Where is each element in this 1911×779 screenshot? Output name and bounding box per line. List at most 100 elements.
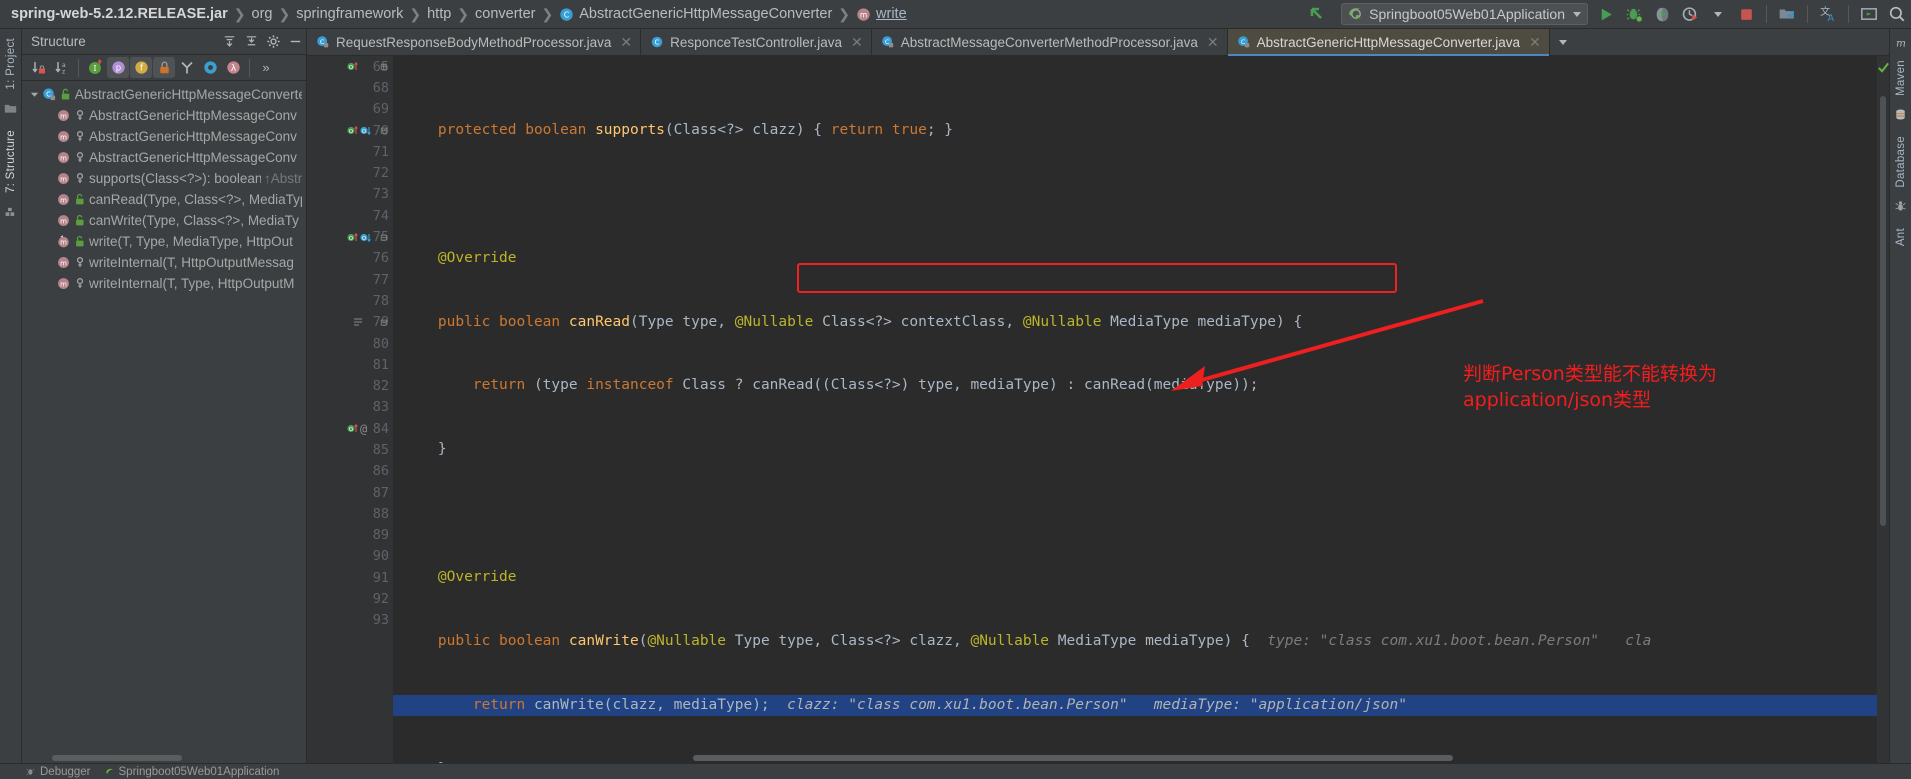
tree-node-constructor[interactable]: m AbstractGenericHttpMessageConv [22, 126, 306, 147]
gutter-markers[interactable]: O O [347, 231, 371, 244]
gutter-line[interactable]: 89 [307, 525, 393, 546]
code-line-74[interactable]: @Override [393, 567, 1877, 588]
scrollbar-thumb[interactable] [1880, 96, 1886, 526]
sort-visibility-icon[interactable] [28, 57, 50, 78]
sidebar-item-maven[interactable]: Maven [1893, 55, 1909, 101]
stop-button[interactable] [1733, 2, 1759, 26]
terminal-button[interactable] [1856, 2, 1882, 26]
fold-collapse-icon[interactable]: ⊟ [380, 316, 387, 329]
close-icon[interactable]: ✕ [1529, 35, 1541, 49]
gutter-markers[interactable]: O O [347, 124, 371, 137]
structure-horizontal-scrollbar[interactable] [22, 752, 306, 763]
anonymous-circle-icon[interactable] [199, 57, 221, 78]
tree-node-canread[interactable]: m canRead(Type, Class<?>, MediaTyp [22, 189, 306, 210]
tree-node-class[interactable]: C AbstractGenericHttpMessageConverte [22, 84, 306, 105]
code-line-72[interactable]: } [393, 439, 1877, 460]
gutter-line[interactable]: 68 [307, 77, 393, 98]
breadcrumb-item-method[interactable]: m write [851, 0, 912, 28]
fold-collapse-icon[interactable]: ⊟ [380, 124, 387, 137]
run-configuration-selector[interactable]: Springboot05Web01Application [1341, 3, 1588, 25]
properties-p-icon[interactable]: p [107, 57, 129, 78]
code-line-76[interactable]: return canWrite(clazz, mediaType); clazz… [393, 694, 1877, 717]
editor-tab-request-response-body[interactable]: C RequestResponseBodyMethodProcessor.jav… [307, 29, 642, 55]
code-line-73[interactable] [393, 503, 1877, 524]
fields-f-icon[interactable]: f [130, 57, 152, 78]
chevron-down-icon[interactable] [1573, 11, 1581, 17]
gutter-line[interactable]: 74 [307, 205, 393, 226]
gutter-line[interactable]: 93 [307, 610, 393, 631]
gutter-line[interactable]: 77 [307, 269, 393, 290]
inherited-icon[interactable]: I [84, 57, 106, 78]
lambda-icon[interactable]: λ [222, 57, 244, 78]
code-line-69[interactable]: @Override [393, 248, 1877, 269]
sidebar-item-project[interactable]: 1: Project [3, 33, 19, 95]
gutter-markers[interactable]: O [347, 60, 358, 73]
group-methods-icon[interactable] [176, 57, 198, 78]
sort-alpha-icon[interactable]: az [51, 57, 73, 78]
editor-tab-abstract-message-converter[interactable]: C AbstractMessageConverterMethodProcesso… [871, 29, 1228, 55]
gutter-line[interactable]: O O 70 ⊟ [307, 120, 393, 141]
gear-icon[interactable] [262, 31, 284, 53]
debug-button[interactable] [1621, 2, 1647, 26]
collapse-all-icon[interactable] [240, 31, 262, 53]
status-bar-run-config[interactable]: Springboot05Web01Application [105, 766, 279, 778]
editor-tabs-more-button[interactable] [1550, 29, 1576, 55]
gutter-line[interactable]: 78 [307, 290, 393, 311]
ant-icon[interactable] [1894, 200, 1907, 216]
editor-horizontal-scrollbar[interactable] [393, 753, 1877, 763]
gutter-markers[interactable]: O @ [347, 422, 367, 436]
gutter-line[interactable]: 73 [307, 184, 393, 205]
gutter-line[interactable]: 83 [307, 397, 393, 418]
code-editor[interactable]: protected boolean supports(Class<?> claz… [393, 56, 1877, 763]
breadcrumb-item-converter[interactable]: converter [470, 0, 540, 28]
tree-node-constructor[interactable]: m AbstractGenericHttpMessageConv [22, 105, 306, 126]
gutter-line[interactable]: 69 [307, 99, 393, 120]
gutter-line[interactable]: 86 [307, 461, 393, 482]
profiler-dropdown[interactable] [1705, 2, 1731, 26]
tree-node-canwrite[interactable]: m canWrite(Type, Class<?>, MediaTy [22, 210, 306, 231]
gutter-line[interactable]: 72 [307, 162, 393, 183]
breadcrumb-item-jar[interactable]: spring-web-5.2.12.RELEASE.jar [6, 0, 233, 28]
code-line-70[interactable]: public boolean canRead(Type type, @Nulla… [393, 312, 1877, 333]
gutter-line[interactable]: O @ 84 [307, 418, 393, 439]
sidebar-item-database[interactable]: Database [1893, 131, 1909, 193]
breadcrumb-item-springframework[interactable]: springframework [291, 0, 408, 28]
scrollbar-thumb[interactable] [52, 755, 182, 761]
gutter-line[interactable]: O O 75 ⊟ [307, 226, 393, 247]
gutter-line[interactable]: 88 [307, 503, 393, 524]
tree-node-supports[interactable]: m supports(Class<?>): boolean ↑Abstr [22, 168, 306, 189]
fold-collapse-icon[interactable]: ⊟ [380, 231, 387, 244]
breadcrumb-item-http[interactable]: http [422, 0, 456, 28]
run-button[interactable] [1593, 2, 1619, 26]
editor-marker-bar[interactable] [1877, 56, 1889, 763]
gutter-line[interactable]: 82 [307, 375, 393, 396]
tree-node-write[interactable]: m write(T, Type, MediaType, HttpOut [22, 231, 306, 252]
gutter-line[interactable]: 71 [307, 141, 393, 162]
editor-vertical-scrollbar[interactable] [1877, 56, 1889, 763]
build-icon[interactable] [4, 205, 17, 221]
project-structure-button[interactable] [1774, 2, 1800, 26]
breadcrumb-item-class[interactable]: C AbstractGenericHttpMessageConverter [554, 0, 837, 28]
editor-tab-abstract-generic-http-message-converter[interactable]: C AbstractGenericHttpMessageConverter.ja… [1227, 29, 1550, 56]
code-line-65[interactable]: protected boolean supports(Class<?> claz… [393, 120, 1877, 141]
update-arrow-icon[interactable] [1304, 2, 1330, 26]
folder-icon[interactable] [4, 102, 17, 118]
maven-m-icon[interactable]: m [1894, 36, 1908, 53]
chevron-double-right-icon[interactable]: » [255, 57, 277, 78]
gutter-line[interactable]: 91 [307, 567, 393, 588]
tree-node-constructor[interactable]: m AbstractGenericHttpMessageConv [22, 147, 306, 168]
sidebar-item-ant[interactable]: Ant [1893, 223, 1909, 251]
gutter-line[interactable]: 80 [307, 333, 393, 354]
chevron-down-icon[interactable] [28, 90, 42, 99]
profiler-button[interactable] [1677, 2, 1703, 26]
lock-icon[interactable] [153, 57, 175, 78]
sidebar-item-structure[interactable]: 7: Structure [3, 125, 19, 198]
close-icon[interactable]: ✕ [851, 35, 863, 49]
code-line-75[interactable]: public boolean canWrite(@Nullable Type t… [393, 631, 1877, 652]
gutter-line[interactable]: 85 [307, 439, 393, 460]
status-bar-debugger[interactable]: Debugger [26, 766, 91, 778]
close-icon[interactable]: ✕ [1207, 35, 1219, 49]
gutter-line[interactable]: 90 [307, 546, 393, 567]
tree-node-writeinternal-2[interactable]: m writeInternal(T, Type, HttpOutputM [22, 273, 306, 294]
scrollbar-thumb[interactable] [693, 755, 1453, 761]
